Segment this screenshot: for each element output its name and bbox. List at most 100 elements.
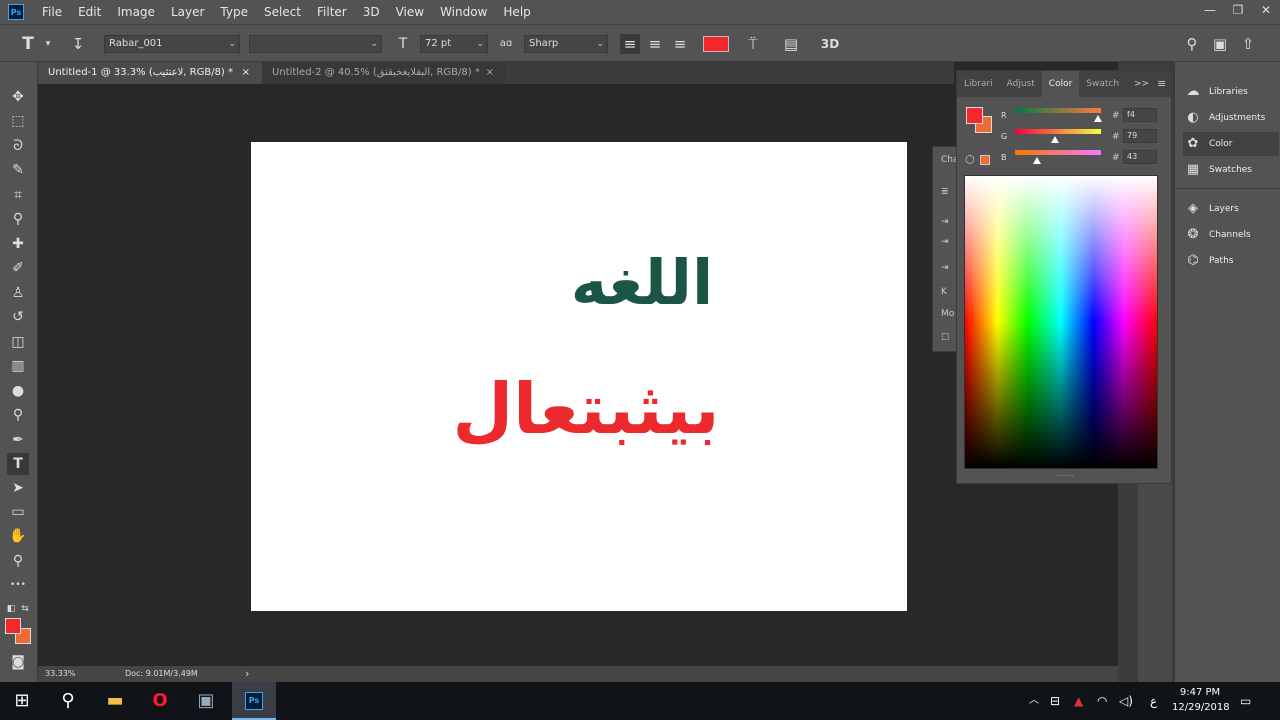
zoom-tool-icon[interactable]: ⚲ — [7, 550, 29, 572]
tab-untitled-1[interactable]: Untitled-1 @ 33.3% (لاعتثيب, RGB/8) * × — [38, 62, 262, 84]
workspace-icon[interactable]: ▣ — [1210, 34, 1230, 54]
foreground-color-swatch[interactable] — [5, 618, 21, 634]
volume-icon[interactable]: ◁) — [1119, 682, 1133, 720]
g-slider-thumb[interactable] — [1051, 136, 1060, 143]
panel-menu-icon[interactable]: ≡ — [1157, 77, 1166, 90]
notifications-icon[interactable]: ▭ — [1240, 682, 1251, 720]
network-device-icon[interactable]: ⊟ — [1050, 682, 1060, 720]
3d-button[interactable]: 3D — [818, 34, 842, 54]
dock-item-libraries[interactable]: ☁ Libraries — [1183, 80, 1279, 104]
expand-icon[interactable]: >> — [1134, 79, 1149, 89]
menu-type[interactable]: Type — [212, 0, 256, 24]
app-tray-icon[interactable]: ▲ — [1074, 682, 1083, 720]
close-button[interactable]: ✕ — [1252, 0, 1280, 22]
pen-tool-icon[interactable]: ✒ — [7, 429, 29, 451]
paragraph-icon[interactable]: ≣ — [941, 187, 949, 197]
brush-tool-icon[interactable]: ✐ — [7, 257, 29, 279]
menu-image[interactable]: Image — [109, 0, 163, 24]
menu-file[interactable]: File — [34, 0, 70, 24]
font-style-select[interactable]: ⌄ — [249, 35, 382, 53]
canvas-text-line-1[interactable]: اللغه — [250, 246, 906, 319]
web-safe-swatch[interactable] — [980, 155, 990, 165]
quick-mask-icon[interactable]: ◙ — [7, 651, 29, 673]
g-slider[interactable] — [1015, 129, 1101, 134]
r-slider[interactable] — [1015, 108, 1101, 113]
desktop-app-icon[interactable]: ▣ — [186, 682, 226, 720]
text-color-swatch[interactable] — [703, 36, 729, 52]
chevron-down-icon[interactable]: ▾ — [38, 34, 58, 54]
minimize-button[interactable]: — — [1196, 0, 1224, 22]
close-icon[interactable]: × — [242, 62, 250, 84]
panel-foreground-swatch[interactable] — [966, 107, 983, 124]
type-tool-icon[interactable]: T — [7, 453, 29, 475]
clone-stamp-tool-icon[interactable]: ♙ — [7, 282, 29, 304]
crop-tool-icon[interactable]: ⌗ — [7, 184, 29, 206]
chevron-up-icon[interactable]: ︿ — [1029, 682, 1039, 720]
warp-text-icon[interactable]: ⍡ — [743, 34, 763, 54]
menu-select[interactable]: Select — [256, 0, 309, 24]
menu-window[interactable]: Window — [432, 0, 495, 24]
swap-colors-icon[interactable]: ⇆ — [18, 598, 32, 620]
rectangle-tool-icon[interactable]: ▭ — [7, 501, 29, 523]
dock-item-layers[interactable]: ◈ Layers — [1183, 197, 1279, 221]
more-tools-icon[interactable]: ••• — [7, 574, 29, 596]
search-icon[interactable]: ⚲ — [1182, 34, 1202, 54]
windows-start-icon[interactable]: ⊞ — [2, 682, 42, 720]
tab-adjustments[interactable]: Adjust — [1000, 71, 1042, 97]
zoom-level[interactable]: 33.33% — [45, 666, 76, 682]
dock-item-color[interactable]: ✿ Color — [1183, 132, 1279, 156]
default-colors-icon[interactable]: ◧ — [4, 598, 18, 620]
healing-brush-tool-icon[interactable]: ✚ — [7, 233, 29, 255]
align-center-icon[interactable]: ≡ — [645, 34, 665, 54]
r-slider-thumb[interactable] — [1093, 115, 1102, 122]
history-brush-tool-icon[interactable]: ↺ — [7, 306, 29, 328]
dock-item-swatches[interactable]: ▦ Swatches — [1183, 158, 1279, 182]
checkbox-icon[interactable]: ☐ — [941, 333, 949, 343]
panel-resize-handle[interactable] — [1057, 475, 1073, 478]
indent-first-icon[interactable]: ⇥ — [941, 237, 949, 247]
type-tool-preset-icon[interactable]: T — [18, 34, 38, 54]
eraser-tool-icon[interactable]: ◫ — [7, 331, 29, 353]
font-size-select[interactable]: 72 pt ⌄ — [420, 35, 488, 53]
character-panel-toggle-icon[interactable]: ▤ — [781, 34, 801, 54]
color-spectrum[interactable] — [964, 175, 1158, 469]
tab-untitled-2[interactable]: Untitled-2 @ 40.5% (البقلايغخبقتق, RGB/8… — [262, 62, 506, 84]
tab-libraries[interactable]: Librari — [957, 71, 1000, 97]
tab-color[interactable]: Color — [1041, 71, 1080, 97]
r-value-field[interactable]: f4 — [1123, 108, 1157, 122]
menu-help[interactable]: Help — [495, 0, 538, 24]
opera-icon[interactable]: O — [140, 682, 180, 720]
search-icon[interactable]: ⚲ — [48, 682, 88, 720]
wifi-icon[interactable]: ◠ — [1097, 682, 1107, 720]
move-tool-icon[interactable]: ✥ — [7, 86, 29, 108]
blur-tool-icon[interactable]: ● — [7, 380, 29, 402]
tab-swatches[interactable]: Swatch — [1079, 71, 1126, 97]
align-left-icon[interactable]: ≡ — [620, 34, 640, 54]
menu-filter[interactable]: Filter — [309, 0, 355, 24]
dock-item-channels[interactable]: ❂ Channels — [1183, 223, 1279, 247]
close-icon[interactable]: × — [486, 62, 494, 84]
dock-item-paths[interactable]: ⌬ Paths — [1183, 249, 1279, 273]
indent-left-icon[interactable]: ⇥ — [941, 217, 949, 227]
b-slider[interactable] — [1015, 150, 1101, 155]
dodge-tool-icon[interactable]: ⚲ — [7, 404, 29, 426]
restore-button[interactable]: ❐ — [1224, 0, 1252, 22]
dock-item-adjustments[interactable]: ◐ Adjustments — [1183, 106, 1279, 130]
marquee-tool-icon[interactable]: ⬚ — [7, 110, 29, 132]
path-selection-tool-icon[interactable]: ➤ — [7, 477, 29, 499]
text-orientation-icon[interactable]: ↧ — [68, 34, 88, 54]
photoshop-taskbar-button[interactable]: Ps — [232, 682, 276, 720]
menu-3d[interactable]: 3D — [355, 0, 388, 24]
file-explorer-icon[interactable]: ▬ — [95, 682, 135, 720]
eyedropper-tool-icon[interactable]: ⚲ — [7, 208, 29, 230]
lasso-tool-icon[interactable]: ᘐ — [7, 135, 29, 157]
canvas-text-line-2[interactable]: بيثبتعال — [250, 368, 906, 450]
gradient-tool-icon[interactable]: ▥ — [7, 355, 29, 377]
font-family-select[interactable]: Rabar_001 ⌄ — [104, 35, 240, 53]
antialias-select[interactable]: Sharp ⌄ — [524, 35, 608, 53]
taskbar-clock[interactable]: 9:47 PM 12/29/2018 — [1172, 685, 1230, 715]
menu-edit[interactable]: Edit — [70, 0, 109, 24]
menu-layer[interactable]: Layer — [163, 0, 212, 24]
quick-select-tool-icon[interactable]: ✎ — [7, 159, 29, 181]
share-icon[interactable]: ⇧ — [1238, 34, 1258, 54]
